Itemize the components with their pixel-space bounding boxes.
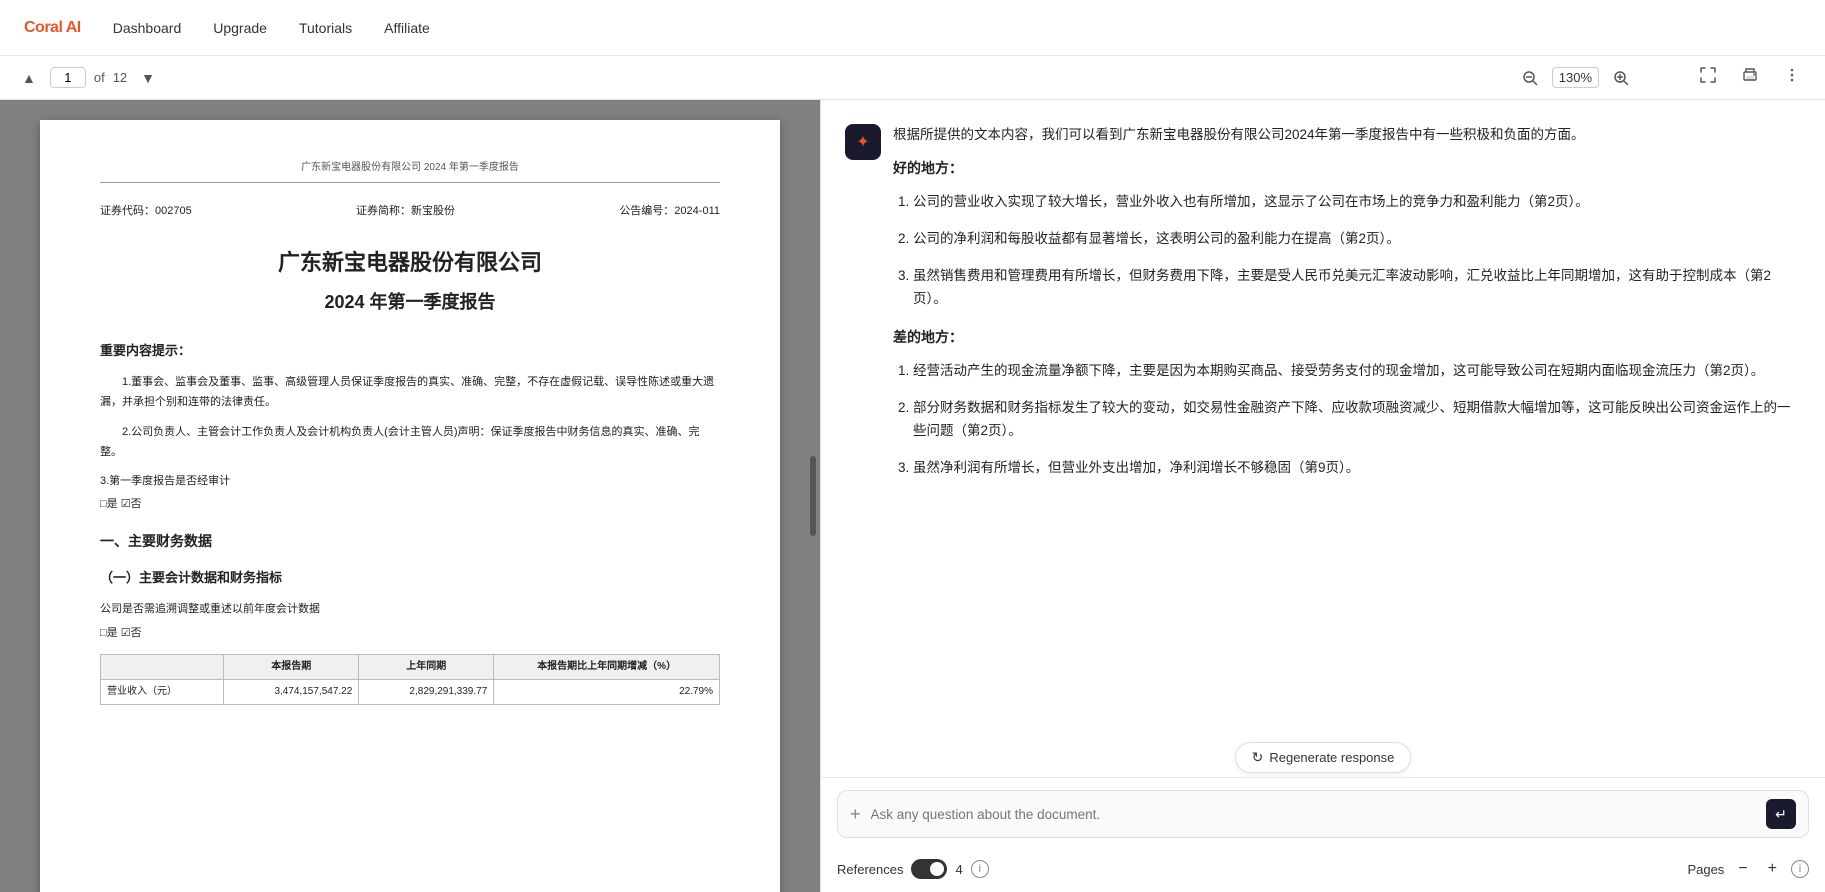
chat-text-input[interactable] (871, 807, 1756, 822)
list-item: 经营活动产生的现金流量净额下降，主要是因为本期购买商品、接受劳务支付的现金增加，… (913, 360, 1801, 383)
chat-good-heading: 好的地方： (893, 157, 1801, 181)
pages-info-icon[interactable]: i (1791, 860, 1809, 878)
info-icon-text: i (978, 863, 980, 875)
zoom-level-display[interactable]: 130% (1552, 67, 1599, 88)
chat-send-button[interactable]: ↵ (1766, 799, 1796, 829)
nav-link-affiliate[interactable]: Affiliate (384, 20, 430, 36)
list-item: 部分财务数据和财务指标发生了较大的变动，如交易性金融资产下降、应收款项融资减少、… (913, 397, 1801, 443)
pdf-toolbar: ▲ of 12 ▼ 130% (0, 56, 1825, 100)
chat-bottom-bar: References 4 i Pages − + i (821, 850, 1825, 892)
chat-input-row: + ↵ (837, 790, 1809, 838)
table-cell-current: 3,474,157,547.22 (224, 680, 359, 705)
list-item: 公司的净利润和每股收益都有显著增长，这表明公司的盈利能力在提高（第2页）。 (913, 228, 1801, 251)
nav-link-tutorials[interactable]: Tutorials (299, 20, 352, 36)
expand-button[interactable] (1691, 62, 1725, 93)
list-item: 虽然净利润有所增长，但营业外支出增加，净利润增长不够稳固（第9页）。 (913, 457, 1801, 480)
chat-good-list: 公司的营业收入实现了较大增长，营业外收入也有所增加，这显示了公司在市场上的竞争力… (893, 191, 1801, 311)
pdf-paragraph-3: 3.第一季度报告是否经审计 (100, 473, 720, 491)
references-toggle[interactable] (911, 859, 947, 879)
table-header-0 (101, 655, 224, 680)
pdf-company-name: 广东新宝电器股份有限公司 (100, 245, 720, 280)
pages-next-button[interactable]: + (1762, 858, 1783, 880)
print-button[interactable] (1733, 62, 1767, 93)
pdf-paragraph-2: 2.公司负责人、主管会计工作负责人及会计机构负责人(会计主管人员)声明：保证季度… (100, 423, 720, 463)
references-info-icon[interactable]: i (971, 860, 989, 878)
zoom-out-button[interactable] (1516, 66, 1544, 90)
nav-link-upgrade[interactable]: Upgrade (213, 20, 267, 36)
page-total: 12 (113, 70, 127, 85)
regenerate-button[interactable]: ↻ Regenerate response (1235, 742, 1412, 773)
main-content: 广东新宝电器股份有限公司 2024 年第一季度报告 证券代码：002705 证券… (0, 100, 1825, 892)
pdf-page: 广东新宝电器股份有限公司 2024 年第一季度报告 证券代码：002705 证券… (40, 120, 780, 892)
bottom-bar-left: References 4 i (837, 859, 989, 879)
pdf-meta-row: 证券代码：002705 证券简称：新宝股份 公告编号：2024-011 (100, 203, 720, 221)
pages-label: Pages (1687, 862, 1724, 877)
pdf-main-section: 一、主要财务数据 (100, 530, 720, 552)
pdf-report-title: 2024 年第一季度报告 (100, 288, 720, 317)
pages-prev-button[interactable]: − (1732, 858, 1753, 880)
pdf-paragraph-1: 1.董事会、监事会及董事、监事、高级管理人员保证季度报告的真实、准确、完整，不存… (100, 373, 720, 413)
chat-bad-heading: 差的地方： (893, 326, 1801, 350)
pdf-header-text: 广东新宝电器股份有限公司 2024 年第一季度报告 (100, 160, 720, 183)
table-header-3: 本报告期比上年同期增减（%） (494, 655, 720, 680)
table-cell-label: 营业收入（元） (101, 680, 224, 705)
more-options-button[interactable] (1775, 62, 1809, 93)
references-count: 4 (955, 862, 962, 877)
top-nav: Coral AI Dashboard Upgrade Tutorials Aff… (0, 0, 1825, 56)
pdf-table-note: 公司是否需追溯调整或重述以前年度会计数据 (100, 601, 720, 619)
regenerate-label: Regenerate response (1269, 750, 1394, 765)
table-cell-prior: 2,829,291,339.77 (359, 680, 494, 705)
regenerate-bar: ↻ Regenerate response (821, 734, 1825, 777)
pdf-important-heading: 重要内容提示： (100, 341, 720, 362)
pdf-meta-notice: 公告编号：2024-011 (619, 203, 720, 221)
send-icon: ↵ (1775, 806, 1787, 823)
chat-intro-text: 根据所提供的文本内容，我们可以看到广东新宝电器股份有限公司2024年第一季度报告… (893, 124, 1801, 147)
nav-link-dashboard[interactable]: Dashboard (113, 20, 182, 36)
logo: Coral AI (24, 19, 81, 37)
pdf-viewer[interactable]: 广东新宝电器股份有限公司 2024 年第一季度报告 证券代码：002705 证券… (0, 100, 820, 892)
pdf-meta-abbr: 证券简称：新宝股份 (356, 203, 455, 221)
pdf-sub-section: （一）主要会计数据和财务指标 (100, 568, 720, 589)
page-number-input[interactable] (50, 67, 86, 88)
references-label: References (837, 862, 903, 877)
prev-page-button[interactable]: ▲ (16, 66, 42, 90)
chat-panel: ✦ 根据所提供的文本内容，我们可以看到广东新宝电器股份有限公司2024年第一季度… (820, 100, 1825, 892)
table-row: 营业收入（元） 3,474,157,547.22 2,829,291,339.7… (101, 680, 720, 705)
page-separator: of (94, 70, 105, 85)
chat-add-button[interactable]: + (850, 804, 861, 825)
pdf-financial-table: 本报告期 上年同期 本报告期比上年同期增减（%） 营业收入（元） 3,474,1… (100, 654, 720, 705)
scroll-indicator (810, 456, 816, 536)
table-header-1: 本报告期 (224, 655, 359, 680)
pdf-table-container: 本报告期 上年同期 本报告期比上年同期增减（%） 营业收入（元） 3,474,1… (100, 654, 720, 705)
pdf-checkbox-yes: □是 ☑否 (100, 496, 720, 514)
pdf-table-note2: □是 ☑否 (100, 625, 720, 643)
chat-bad-list: 经营活动产生的现金流量净额下降，主要是因为本期购买商品、接受劳务支付的现金增加，… (893, 360, 1801, 480)
chat-bubble: 根据所提供的文本内容，我们可以看到广东新宝电器股份有限公司2024年第一季度报告… (893, 124, 1801, 494)
table-cell-change: 22.79% (494, 680, 720, 705)
bottom-bar-right: Pages − + i (1687, 858, 1809, 880)
list-item: 公司的营业收入实现了较大增长，营业外收入也有所增加，这显示了公司在市场上的竞争力… (913, 191, 1801, 214)
chat-message-ai: ✦ 根据所提供的文本内容，我们可以看到广东新宝电器股份有限公司2024年第一季度… (845, 124, 1801, 494)
zoom-in-button[interactable] (1607, 66, 1635, 90)
chat-messages: ✦ 根据所提供的文本内容，我们可以看到广东新宝电器股份有限公司2024年第一季度… (821, 100, 1825, 734)
ai-avatar: ✦ (845, 124, 881, 160)
table-header-2: 上年同期 (359, 655, 494, 680)
list-item: 虽然销售费用和管理费用有所增长，但财务费用下降，主要是受人民币兑美元汇率波动影响… (913, 265, 1801, 311)
pages-info-icon-text: i (1799, 863, 1801, 875)
pdf-meta-code: 证券代码：002705 (100, 203, 192, 221)
regenerate-icon: ↻ (1252, 749, 1264, 766)
plus-icon: + (850, 804, 861, 825)
ai-avatar-icon: ✦ (856, 132, 869, 152)
next-page-button[interactable]: ▼ (135, 66, 161, 90)
chat-input-area: + ↵ (821, 777, 1825, 850)
